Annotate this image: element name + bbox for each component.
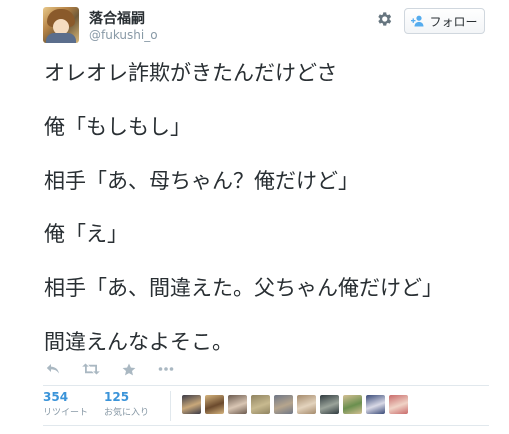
favoriter-avatar[interactable] <box>366 395 385 414</box>
tweet-line: 間違えんなよそこ。 <box>44 330 233 354</box>
divider <box>43 425 489 426</box>
retweet-button[interactable] <box>82 363 100 375</box>
retweet-icon <box>82 363 100 375</box>
tweet-line: 相手「あ、間違えた。父ちゃん俺だけど」 <box>44 276 443 300</box>
display-name[interactable]: 落合福嗣 <box>89 8 145 28</box>
tweet-line: 俺「え」 <box>44 222 128 246</box>
star-icon <box>122 363 136 375</box>
screen-name[interactable]: @fukushi_o <box>89 28 158 42</box>
favoriter-avatar[interactable] <box>228 395 247 414</box>
favoriter-avatar[interactable] <box>343 395 362 414</box>
follow-button[interactable]: フォロー <box>404 8 485 34</box>
tweet-stats: 354 リツイート 125 お気に入り <box>43 390 165 418</box>
favoriter-avatar[interactable] <box>320 395 339 414</box>
tweet-line: オレオレ詐欺がきたんだけどさ <box>44 61 338 85</box>
follow-label: フォロー <box>429 14 478 29</box>
more-dots-icon <box>158 367 174 371</box>
favorite-count: 125 <box>104 390 130 404</box>
favorite-button[interactable] <box>122 363 136 376</box>
favoriter-avatar[interactable] <box>274 395 293 414</box>
stats-divider <box>170 391 171 421</box>
tweet-line: 俺「もしもし」 <box>44 115 191 139</box>
favorite-stat[interactable]: 125 お気に入り <box>104 390 149 418</box>
favoriter-avatar[interactable] <box>251 395 270 414</box>
retweet-stat[interactable]: 354 リツイート <box>43 390 88 418</box>
reply-button[interactable] <box>46 363 60 375</box>
favoriter-avatar[interactable] <box>205 395 224 414</box>
gear-icon[interactable] <box>375 10 393 28</box>
favoriter-avatar[interactable] <box>297 395 316 414</box>
favorite-label: お気に入り <box>104 408 150 418</box>
follow-person-icon <box>411 15 424 27</box>
favoriter-avatar[interactable] <box>389 395 408 414</box>
favoriter-avatar[interactable] <box>182 395 201 414</box>
avatar[interactable] <box>43 7 79 43</box>
tweet-line: 相手「あ、母ちゃん？俺だけど」 <box>44 169 359 193</box>
retweet-count: 354 <box>43 390 69 404</box>
divider <box>43 385 489 386</box>
retweet-label: リツイート <box>43 408 89 418</box>
tweet-actions <box>46 361 196 377</box>
reply-icon <box>46 364 59 374</box>
more-button[interactable] <box>158 366 174 372</box>
favoriter-avatars <box>182 395 412 414</box>
